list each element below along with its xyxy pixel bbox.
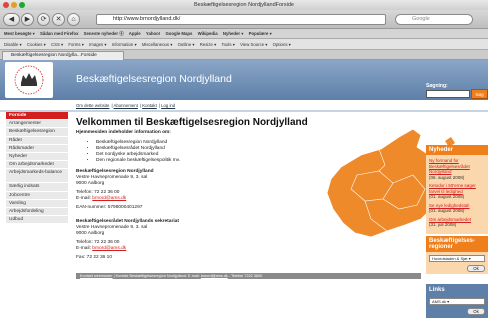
devtool-menu[interactable]: Resize ▾ (200, 42, 217, 47)
bookmark-item[interactable]: Apple (129, 31, 141, 36)
sidebar-item-forside[interactable]: Forside (6, 112, 68, 121)
news-title: Nyheder (426, 145, 488, 155)
zoom-window-icon[interactable] (19, 2, 25, 8)
search-placeholder: Google (412, 16, 430, 22)
page-footer: Kontakt webmaster | Kontakt Beskæftigels… (76, 273, 421, 279)
email-link[interactable]: bmord@ams.dk (92, 246, 126, 251)
bookmark-item[interactable]: Nyheder ▾ (223, 31, 244, 36)
web-developer-toolbar: Disable ▾ Cookies ▾ CSS ▾ Forms ▾ Images… (0, 39, 488, 50)
news-list: Ny formand for Beskæftigelsesrådet Nordj… (426, 155, 488, 234)
sidebar-item-raadet[interactable]: Rådet (6, 136, 68, 145)
reload-button[interactable]: ⟳ (37, 13, 50, 26)
home-button[interactable]: ⌂ (67, 13, 80, 26)
sidebar-item-om-arbejdsmarkedet[interactable]: Om arbejdsmarkedet (6, 161, 68, 170)
news-link[interactable]: Ketodor i 50'erne søger farvel til ledig… (429, 183, 485, 194)
sidebar-item-arrangementer[interactable]: Arrangementer (6, 120, 68, 129)
links-panel: Links AMS.dk ▾ Ok (426, 284, 488, 318)
subnav-link[interactable]: Kontakt (142, 103, 157, 108)
devtool-menu[interactable]: Options ▾ (273, 42, 291, 47)
devtool-menu[interactable]: Disable ▾ (4, 42, 22, 47)
minimize-window-icon[interactable] (11, 2, 17, 8)
subnav-link[interactable]: Log ind (161, 103, 175, 108)
bookmark-item[interactable]: Populære ▾ (249, 31, 272, 36)
regions-ok-button[interactable]: Ok (467, 265, 485, 272)
regions-select[interactable]: Hovedstaden & Sjæ ▾ (429, 255, 485, 262)
bookmark-item[interactable]: Sådan med Firefox (40, 31, 78, 36)
back-button[interactable]: ◀ (3, 13, 20, 26)
main-content: Velkommen til Beskæftigelsesregion Nordj… (76, 117, 461, 261)
bookmark-item[interactable]: Google Maps (165, 31, 192, 36)
navigation-toolbar: ◀ ▶ ⟳ ✕ ⌂ http://www.brnordjylland.dk/ G… (0, 10, 488, 29)
window-title: Beskæftigelsesregion NordjyllandForside (194, 2, 294, 8)
news-panel: Nyheder Ny formand for Beskæftigelsesråd… (426, 145, 488, 234)
regions-panel: Beskæftigelses-regioner Hovedstaden & Sj… (426, 236, 488, 274)
sidebar-nav: Forside Arrangementer Beskæftigelsesregi… (6, 112, 68, 225)
sidebar-item-udbud[interactable]: Udbud (6, 216, 68, 225)
window-titlebar: Beskæftigelsesregion NordjyllandForside (0, 0, 488, 10)
browser-search-input[interactable]: Google (395, 14, 473, 25)
links-body: AMS.dk ▾ Ok (426, 296, 488, 318)
bookmark-item[interactable]: Mest besøgte ▾ (4, 31, 35, 36)
fax: Fax: 72 22 36 10 (76, 255, 113, 260)
devtool-menu[interactable]: Forms ▾ (68, 42, 84, 47)
footer-phone: - Telefon 7222 3600 (228, 274, 263, 278)
divider (0, 110, 488, 112)
tab-label: Beskæftigelsesregion Nordjylla...Forside (11, 53, 97, 58)
webmaster-link[interactable]: Kontakt webmaster (80, 274, 113, 278)
bookmarks-bar: Mest besøgte ▾ Sådan med Firefox Seneste… (0, 29, 488, 39)
news-date: (01. august 2008) (429, 208, 465, 213)
sidebar-item-saerlig-indsats[interactable]: Særlig indsats (6, 183, 68, 192)
links-ok-button[interactable]: Ok (467, 308, 485, 315)
devtool-menu[interactable]: Information ▾ (112, 42, 137, 47)
tab-forside[interactable]: Beskæftigelsesregion Nordjylla...Forside (2, 51, 124, 60)
sidebar-item-nyheder[interactable]: Nyheder (6, 152, 68, 162)
links-select[interactable]: AMS.dk ▾ (429, 298, 485, 305)
sidebar-item-varsling[interactable]: Varsling (6, 199, 68, 208)
url-field[interactable]: http://www.brnordjylland.dk/ (96, 14, 386, 25)
forward-button[interactable]: ▶ (21, 13, 34, 26)
bookmark-item[interactable]: Seneste nyheder ⓐ (84, 31, 124, 36)
news-date: (06. august 2008) (429, 174, 465, 180)
devtool-menu[interactable]: Images ▾ (89, 42, 106, 47)
window-controls[interactable] (3, 2, 25, 8)
crown-logo[interactable] (5, 62, 53, 98)
links-title: Links (426, 284, 488, 296)
bookmark-item[interactable]: Yahoo! (146, 31, 160, 36)
sidebar-item-arbejdsmarkedsbalance[interactable]: Arbejdsmarkeds-balance (6, 169, 68, 184)
devtool-menu[interactable]: Tools ▾ (221, 42, 234, 47)
utility-nav: Om dette website | Abonnement | Kontakt | L… (76, 103, 176, 108)
tab-bar: Beskæftigelsesregion Nordjylla...Forside (0, 50, 488, 60)
sidebar-item-arbejdsfordeling[interactable]: Arbejdsfordeling (6, 207, 68, 217)
email-label: E-mail: (76, 196, 91, 201)
news-date: (31. juli 2008) (429, 222, 457, 227)
stop-button[interactable]: ✕ (52, 13, 65, 26)
news-date: (01. august 2008) (429, 194, 465, 199)
devtool-menu[interactable]: Outline ▾ (178, 42, 195, 47)
bookmark-item[interactable]: Wikipedia (198, 31, 218, 36)
sidebar-item-raadsmoeder[interactable]: Rådsmøder (6, 144, 68, 153)
devtool-menu[interactable]: Miscellaneous ▾ (142, 42, 173, 47)
site-header (0, 60, 488, 100)
footer-text: | Kontakt Beskæftigelsesregion Nordjylla… (113, 274, 200, 278)
email-row: E-mail: bmord@ams.dk (76, 246, 421, 252)
subnav-link[interactable]: Abonnement (114, 103, 138, 108)
devtool-menu[interactable]: CSS ▾ (51, 42, 63, 47)
regions-body: Hovedstaden & Sjæ ▾ Ok (426, 252, 488, 274)
close-window-icon[interactable] (3, 2, 9, 8)
subnav-link[interactable]: Om dette website (76, 103, 109, 108)
news-link[interactable]: Ny formand for Beskæftigelsesrådet Nordj… (429, 158, 485, 175)
email-link[interactable]: bmord@ams.dk (92, 196, 126, 201)
site-search-button[interactable]: Søg (471, 89, 488, 99)
site-search-input[interactable] (426, 90, 470, 98)
footer-email-link[interactable]: bmord@ams.dk (201, 274, 228, 278)
regions-title: Beskæftigelses-regioner (426, 236, 488, 252)
devtool-menu[interactable]: Cookies ▾ (27, 42, 46, 47)
site-title: Beskæftigelsesregion Nordjylland (76, 73, 232, 85)
url-text: http://www.brnordjylland.dk/ (113, 16, 181, 22)
site-search-label: Søgning: (426, 83, 448, 89)
devtool-menu[interactable]: View Source ▾ (240, 42, 267, 47)
email-label: E-mail: (76, 246, 91, 251)
sidebar-item-beskaeftigelsesregion[interactable]: Beskæftigelsesregion (6, 128, 68, 137)
sidebar-item-jobcentre[interactable]: Jobcentre (6, 191, 68, 200)
